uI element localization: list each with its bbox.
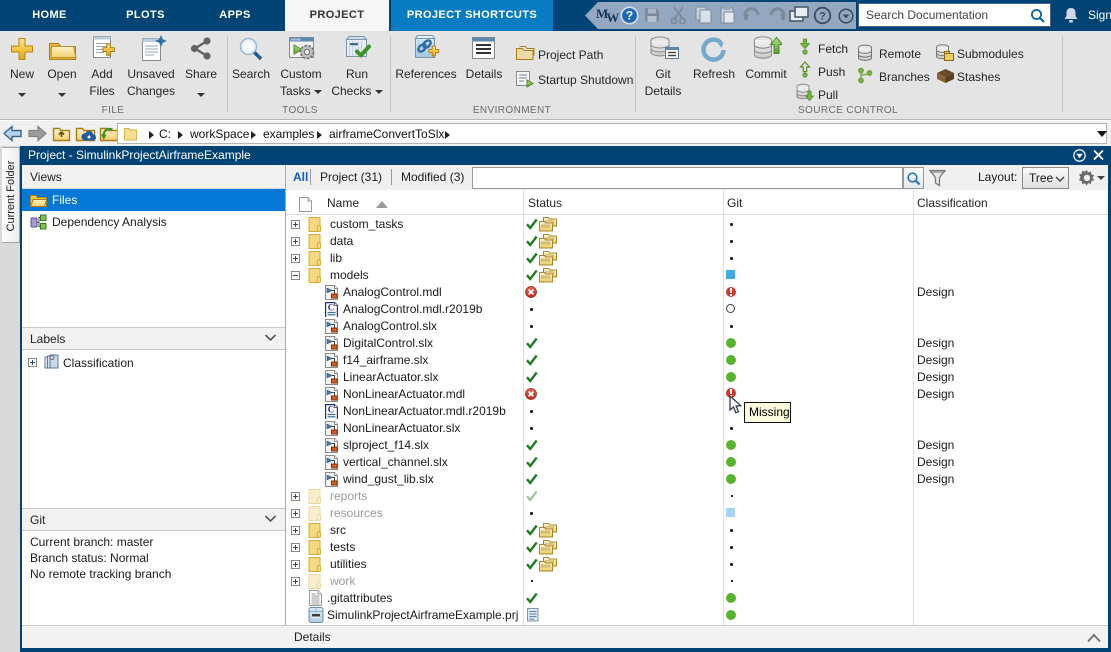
- svg-text:?: ?: [626, 9, 633, 23]
- svg-text:?: ?: [819, 11, 826, 23]
